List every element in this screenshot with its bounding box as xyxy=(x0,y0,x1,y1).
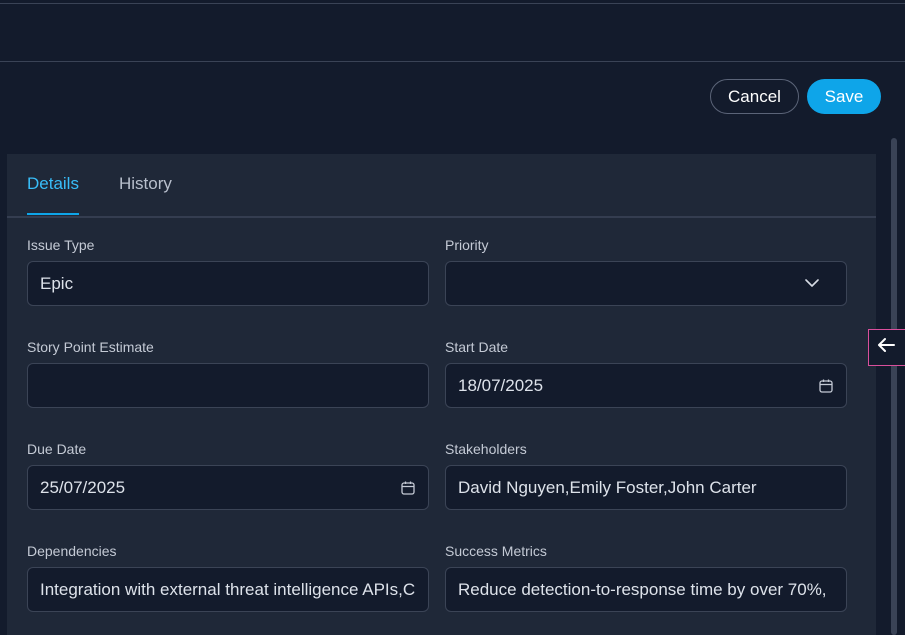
stakeholders-label: Stakeholders xyxy=(445,441,527,457)
stakeholders-value: David Nguyen,Emily Foster,John Carter xyxy=(458,477,757,497)
dependencies-label: Dependencies xyxy=(27,543,117,559)
due-date-value: 25/07/2025 xyxy=(40,477,126,497)
priority-select[interactable] xyxy=(445,261,847,306)
active-tab-indicator xyxy=(27,213,79,215)
calendar-icon[interactable] xyxy=(818,378,834,394)
tab-history[interactable]: History xyxy=(119,174,172,194)
success-metrics-label: Success Metrics xyxy=(445,543,547,559)
arrow-left-icon xyxy=(877,337,895,358)
stakeholders-input[interactable]: David Nguyen,Emily Foster,John Carter xyxy=(445,465,847,510)
save-button[interactable]: Save xyxy=(807,79,881,114)
story-point-label: Story Point Estimate xyxy=(27,339,154,355)
issue-type-field[interactable]: Epic xyxy=(27,261,429,306)
start-date-input[interactable]: 18/07/2025 xyxy=(445,363,847,408)
panel-scrollbar[interactable] xyxy=(891,138,897,635)
dependencies-input[interactable]: Integration with external threat intelli… xyxy=(27,567,429,612)
chevron-down-icon xyxy=(804,276,820,292)
due-date-input[interactable]: 25/07/2025 xyxy=(27,465,429,510)
dependencies-value: Integration with external threat intelli… xyxy=(40,579,416,599)
start-date-label: Start Date xyxy=(445,339,509,355)
story-point-input[interactable] xyxy=(27,363,429,408)
issue-type-value: Epic xyxy=(40,273,74,293)
header-divider xyxy=(0,61,905,62)
collapse-sidebar-button[interactable] xyxy=(868,329,905,366)
issue-details-panel: Details History Issue Type Epic Priority… xyxy=(7,154,876,635)
success-metrics-input[interactable]: Reduce detection-to-response time by ove… xyxy=(445,567,847,612)
tab-bar: Details History xyxy=(7,154,876,218)
tab-details[interactable]: Details xyxy=(27,174,79,194)
top-divider xyxy=(0,3,905,4)
start-date-value: 18/07/2025 xyxy=(458,375,544,395)
issue-type-label: Issue Type xyxy=(27,237,95,253)
success-metrics-value: Reduce detection-to-response time by ove… xyxy=(458,579,827,599)
priority-label: Priority xyxy=(445,237,489,253)
due-date-label: Due Date xyxy=(27,441,87,457)
calendar-icon[interactable] xyxy=(400,480,416,496)
cancel-button[interactable]: Cancel xyxy=(710,79,799,114)
